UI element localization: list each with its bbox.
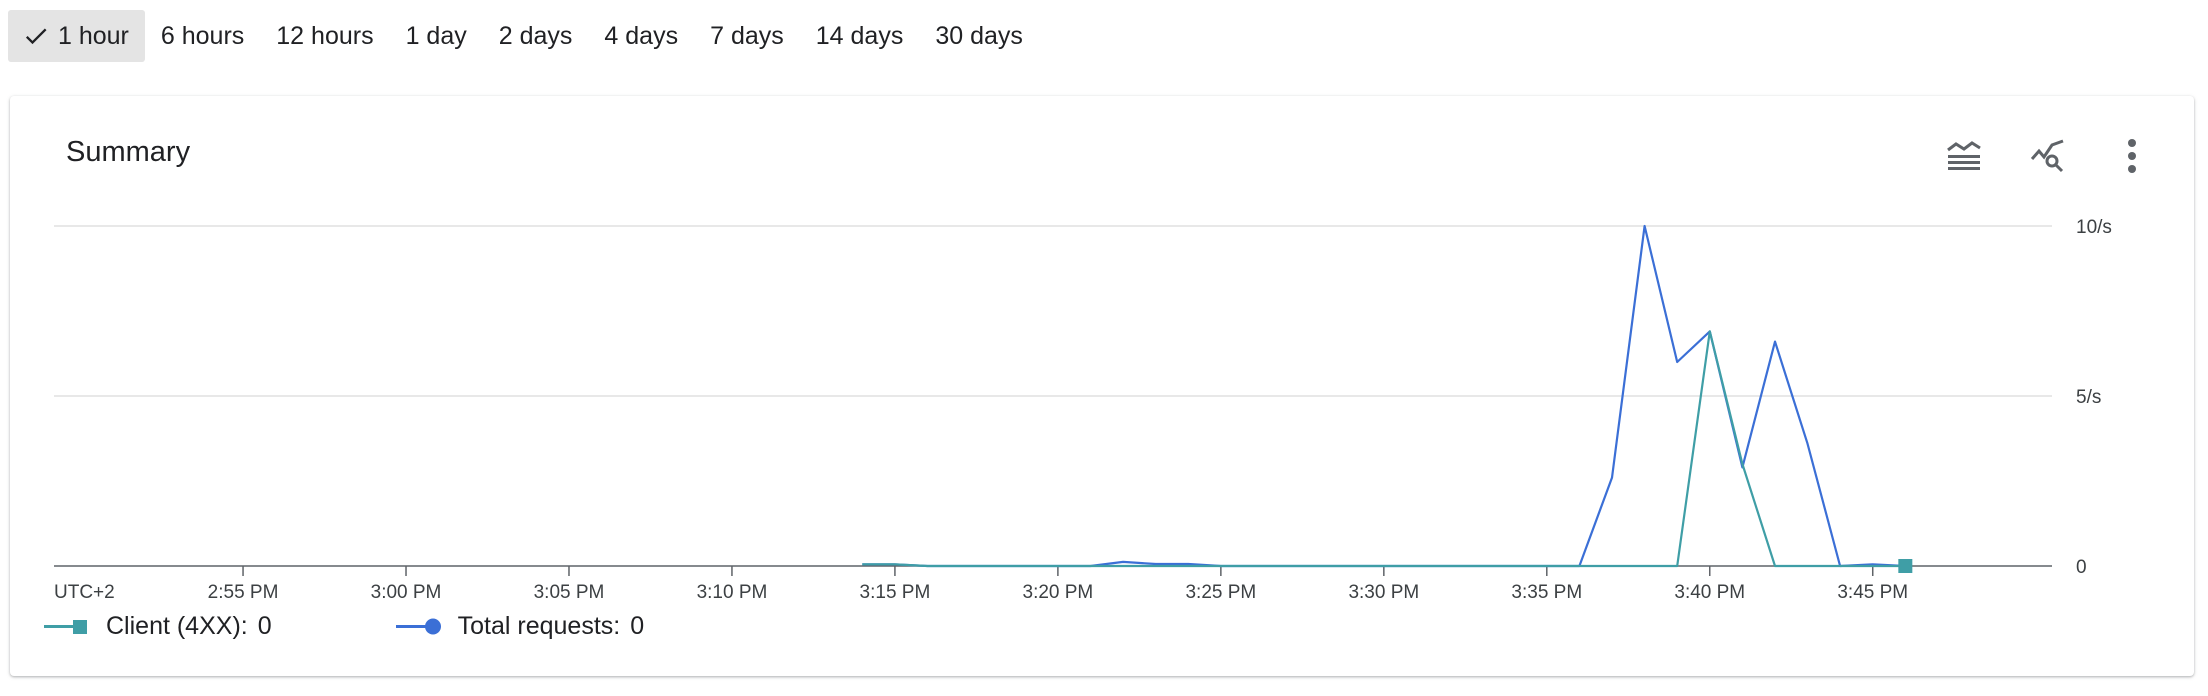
check-icon [25, 28, 47, 45]
x-tick-label: 3:40 PM [1674, 582, 1745, 603]
x-tick-label: 3:25 PM [1185, 582, 1256, 603]
range-label: 6 hours [160, 21, 245, 50]
range-1-hour-button[interactable]: 1 hour [8, 10, 145, 62]
x-tick-label: 3:30 PM [1348, 582, 1419, 603]
range-12-hours-button[interactable]: 12 hours [260, 10, 389, 62]
time-range-selector: 1 hour 6 hours 12 hours 1 day 2 days 4 d… [8, 10, 1039, 62]
range-4-days-button[interactable]: 4 days [588, 10, 694, 62]
range-label: 30 days [935, 21, 1023, 50]
x-tick-label: 3:05 PM [534, 582, 605, 603]
range-label: 1 hour [58, 21, 129, 50]
legend-item-client-4xx[interactable]: Client (4XX): 0 [44, 612, 272, 641]
range-14-days-button[interactable]: 14 days [800, 10, 920, 62]
range-30-days-button[interactable]: 30 days [919, 10, 1039, 62]
y-tick-label: 5/s [2076, 387, 2101, 408]
range-label: 1 day [405, 21, 467, 50]
range-7-days-button[interactable]: 7 days [694, 10, 800, 62]
legend-item-total-requests[interactable]: Total requests: 0 [395, 612, 645, 641]
x-tick-label: 3:35 PM [1511, 582, 1582, 603]
legend-label: Client (4XX): [106, 612, 248, 640]
x-tick-label: 3:00 PM [371, 582, 442, 603]
range-label: 7 days [710, 21, 784, 50]
legend-label: Total requests: [457, 612, 621, 640]
y-tick-label: 10/s [2076, 217, 2112, 238]
timezone-label: UTC+2 [54, 582, 115, 603]
range-6-hours-button[interactable]: 6 hours [145, 10, 260, 62]
range-label: 2 days [498, 21, 573, 50]
circle-marker-icon [395, 618, 441, 634]
legend-value: 0 [630, 612, 645, 640]
x-tick-label: 2:55 PM [208, 582, 279, 603]
series-line-client-4xx [862, 330, 1906, 568]
square-marker-icon [44, 619, 87, 634]
client-4xx-end-marker [1898, 559, 1913, 573]
chart-legend: Client (4XX): 0 Total requests: 0 [44, 612, 768, 641]
x-tick-label: 3:20 PM [1023, 582, 1094, 603]
x-tick-label: 3:10 PM [697, 582, 768, 603]
range-label: 12 hours [276, 21, 374, 50]
range-2-days-button[interactable]: 2 days [483, 10, 589, 62]
summary-line-chart: 10/s 5/s 0 UTC+2 2:55 PM 3:00 PM 3:05 PM 3:10 P… [54, 217, 2112, 603]
range-label: 14 days [815, 21, 904, 50]
x-tick-label: 3:15 PM [860, 582, 931, 603]
x-tick-label: 3:45 PM [1837, 582, 1908, 603]
range-1-day-button[interactable]: 1 day [390, 10, 483, 62]
summary-card: Summary 10/s 5/s 0 UTC+2 2:55 PM 3:00 PM… [10, 96, 2194, 676]
legend-value: 0 [257, 612, 272, 640]
range-label: 4 days [604, 21, 679, 50]
y-tick-label: 0 [2076, 557, 2087, 578]
